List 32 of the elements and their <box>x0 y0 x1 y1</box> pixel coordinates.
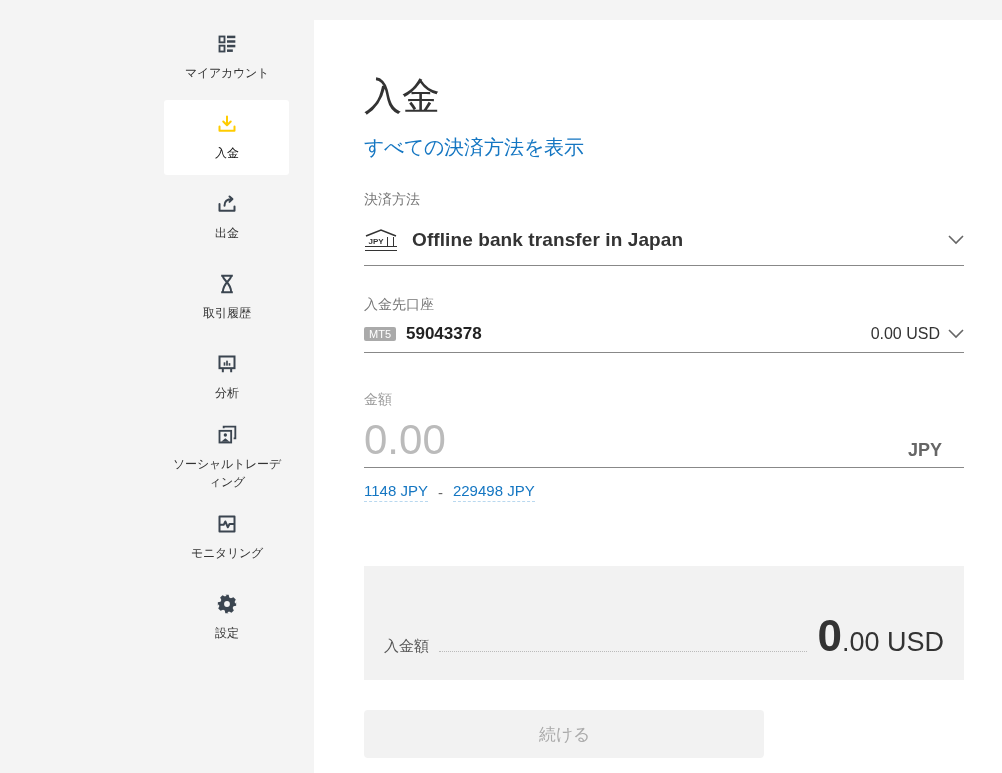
sidebar-item[interactable]: 出金 <box>164 180 289 255</box>
field-label: 決済方法 <box>364 191 421 209</box>
sidebar-item[interactable]: マイアカウント <box>164 20 289 95</box>
page-title: 入金 <box>364 74 441 119</box>
chevron-down-icon <box>948 329 964 339</box>
field-label: 入金先口座 <box>364 296 435 314</box>
sidebar-item[interactable]: 設定 <box>164 580 289 655</box>
sidebar-item[interactable]: 分析 <box>164 340 289 415</box>
pulse-icon <box>216 513 237 534</box>
payment-methods-link[interactable]: すべての決済方法を表示 <box>364 134 584 161</box>
sidebar-item[interactable]: 入金 <box>164 100 289 175</box>
sidebar-item[interactable]: 取引履歴 <box>164 260 289 335</box>
field-label: 金額 <box>364 391 393 409</box>
payment-method-dropdown[interactable]: JPY Offline bank transfer in Japan <box>364 215 964 266</box>
chevron-down-icon <box>948 235 964 245</box>
platform-badge: MT5 <box>364 327 396 341</box>
max-amount-link[interactable]: 229498 JPY <box>452 482 535 502</box>
account-dropdown[interactable]: MT5 59043378 0.00 USD <box>364 316 964 353</box>
photo-stack-icon <box>216 424 237 445</box>
upload-icon <box>216 193 237 214</box>
summary-label: 入金額 <box>384 637 429 656</box>
min-amount-link[interactable]: 1148 JPY <box>364 482 428 502</box>
download-icon <box>216 113 237 134</box>
chart-board-icon <box>216 353 237 374</box>
range-separator: - <box>437 483 443 501</box>
settings-icon <box>216 593 237 614</box>
sidebar-item[interactable]: モニタリング <box>164 500 289 575</box>
dashboard-icon <box>216 33 237 54</box>
deposit-total: 0.00 USD <box>817 614 944 658</box>
currency-label: JPY <box>908 440 944 462</box>
sidebar-item[interactable]: ソーシャルトレーディング <box>164 420 289 495</box>
amount-field[interactable]: 0.00 <box>364 413 908 467</box>
